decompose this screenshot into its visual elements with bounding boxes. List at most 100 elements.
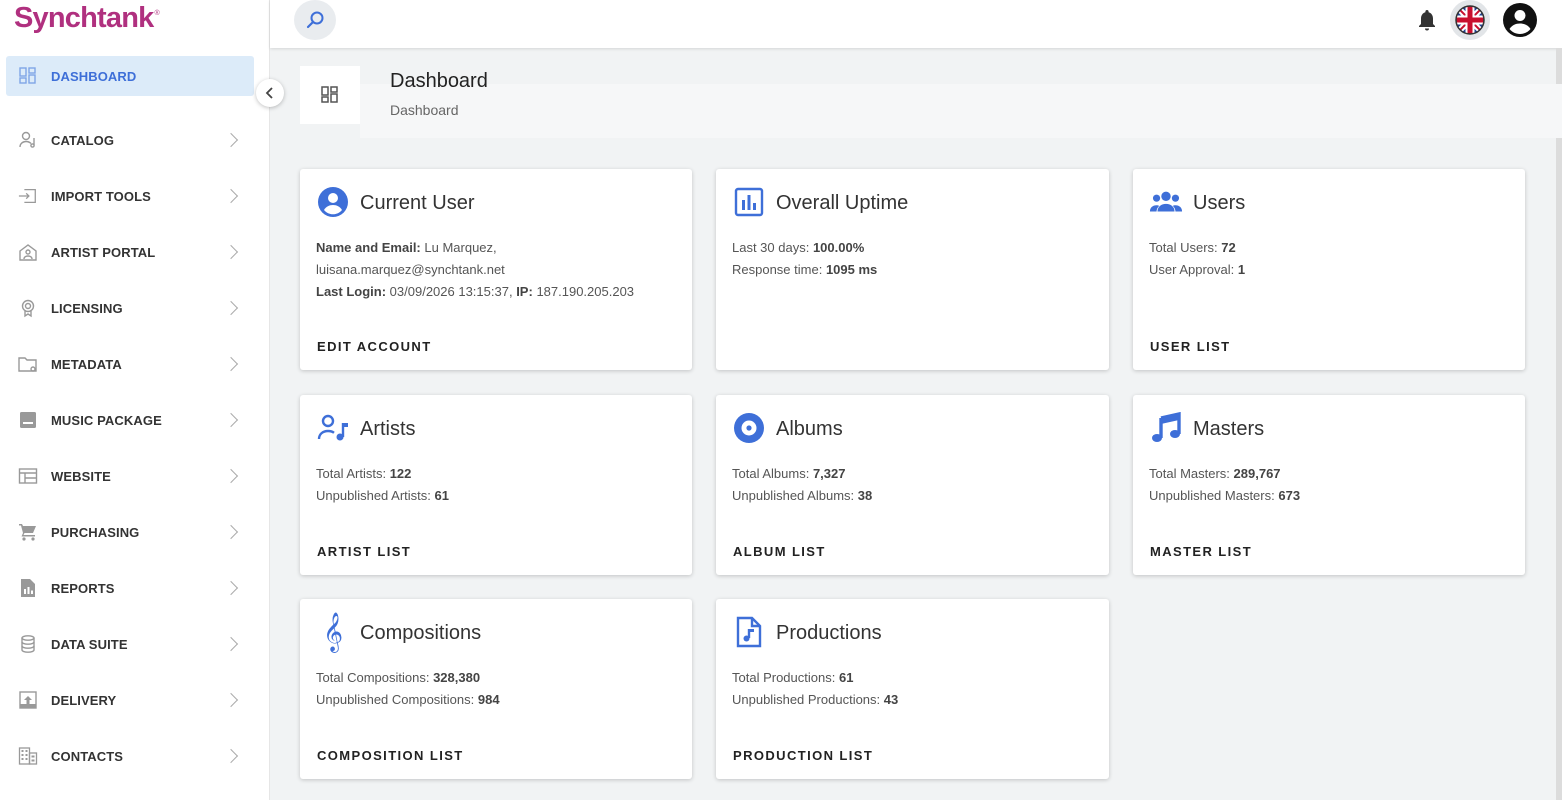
total-users-label: Total Users: xyxy=(1149,240,1218,255)
last-login-value: 03/09/2026 13:15:37, xyxy=(389,284,513,299)
artist-list-button[interactable]: ARTIST LIST xyxy=(317,544,411,559)
sidebar-item-label: CONTACTS xyxy=(51,748,124,764)
ip-value: 187.190.205.203 xyxy=(536,284,635,299)
scrollbar[interactable] xyxy=(1556,48,1562,800)
music-file-icon xyxy=(732,615,766,649)
sidebar-item-label: DATA SUITE xyxy=(51,636,128,652)
chevron-right-icon xyxy=(223,412,239,428)
master-list-button[interactable]: MASTER LIST xyxy=(1150,544,1252,559)
sidebar-item-metadata[interactable]: METADATA xyxy=(0,336,270,392)
search-button[interactable] xyxy=(294,0,336,40)
chevron-right-icon xyxy=(223,132,239,148)
card-title: Users xyxy=(1193,192,1246,214)
sidebar-item-website[interactable]: WEBSITE xyxy=(0,448,270,504)
card-title: Masters xyxy=(1193,418,1265,440)
collapse-sidebar-button[interactable] xyxy=(256,79,284,107)
chevron-right-icon xyxy=(223,468,239,484)
card-body: Total Artists: 122 Unpublished Artists: … xyxy=(316,463,676,507)
uk-flag-icon xyxy=(1455,5,1485,35)
sidebar-item-label: WEBSITE xyxy=(51,468,111,484)
search-icon xyxy=(306,11,324,29)
account-menu-button[interactable] xyxy=(1500,0,1540,40)
sidebar-item-label: PURCHASING xyxy=(51,524,140,540)
uptime-line: Last 30 days: 100.00% xyxy=(732,237,1093,259)
synchtank-logo[interactable]: Synchtank® xyxy=(14,2,160,35)
chevron-right-icon xyxy=(223,692,239,708)
total-compositions-line: Total Compositions: 328,380 xyxy=(316,667,676,689)
contacts-icon xyxy=(18,746,38,766)
response-time-value: 1095 ms xyxy=(825,262,878,277)
delivery-icon xyxy=(18,690,38,710)
sidebar-item-data-suite[interactable]: DATA SUITE xyxy=(0,616,270,672)
page-title: Dashboard xyxy=(390,70,488,92)
total-artists-label: Total Artists: xyxy=(316,466,387,481)
breadcrumb[interactable]: Dashboard xyxy=(390,102,459,118)
dashboard-icon xyxy=(321,86,338,103)
sidebar: Synchtank® DASHBOARD CATALOG IMPORT TOOL… xyxy=(0,0,270,800)
sidebar-item-licensing[interactable]: LICENSING xyxy=(0,280,270,336)
chevron-right-icon xyxy=(223,300,239,316)
sidebar-item-reports[interactable]: REPORTS xyxy=(0,560,270,616)
compositions-card: 𝄞 Compositions Total Compositions: 328,3… xyxy=(300,599,692,779)
ip-label: IP: xyxy=(516,284,533,299)
card-body: Total Productions: 61 Unpublished Produc… xyxy=(732,667,1093,711)
card-body: Total Users: 72 User Approval: 1 xyxy=(1149,237,1509,281)
sidebar-item-label: MUSIC PACKAGE xyxy=(51,412,162,428)
sidebar-item-label: IMPORT TOOLS xyxy=(51,188,151,204)
user-approval-value: 1 xyxy=(1237,262,1246,277)
total-masters-value: 289,767 xyxy=(1233,466,1281,481)
page-icon-box xyxy=(300,66,360,124)
account-circle-icon xyxy=(1503,3,1537,37)
chevron-right-icon xyxy=(223,636,239,652)
cart-icon xyxy=(18,522,38,542)
sidebar-item-import-tools[interactable]: IMPORT TOOLS xyxy=(0,168,270,224)
top-right-actions xyxy=(1414,0,1540,40)
music-package-icon xyxy=(18,410,38,430)
card-body: Total Albums: 7,327 Unpublished Albums: … xyxy=(732,463,1093,507)
sidebar-item-music-package[interactable]: MUSIC PACKAGE xyxy=(0,392,270,448)
card-body: Total Masters: 289,767 Unpublished Maste… xyxy=(1149,463,1509,507)
total-albums-value: 7,327 xyxy=(812,466,846,481)
unpublished-masters-line: Unpublished Masters: 673 xyxy=(1149,485,1509,507)
sidebar-item-label: METADATA xyxy=(51,356,122,372)
chevron-right-icon xyxy=(223,748,239,764)
dashboard-icon xyxy=(18,66,38,86)
import-icon xyxy=(18,186,38,206)
last-login-label: Last Login: xyxy=(316,284,387,299)
sidebar-item-catalog[interactable]: CATALOG xyxy=(0,112,270,168)
artist-icon xyxy=(316,411,350,445)
user-email: luisana.marquez@synchtank.net xyxy=(316,262,505,277)
card-title: Productions xyxy=(776,622,882,644)
composition-list-button[interactable]: COMPOSITION LIST xyxy=(317,748,464,763)
total-albums-label: Total Albums: xyxy=(732,466,810,481)
user-list-button[interactable]: USER LIST xyxy=(1150,339,1231,354)
unpublished-compositions-line: Unpublished Compositions: 984 xyxy=(316,689,676,711)
sidebar-item-label: DELIVERY xyxy=(51,692,117,708)
sidebar-item-purchasing[interactable]: PURCHASING xyxy=(0,504,270,560)
language-selector[interactable] xyxy=(1450,0,1490,40)
unpublished-compositions-value: 984 xyxy=(477,692,500,707)
card-title: Current User xyxy=(360,192,475,214)
unpublished-productions-line: Unpublished Productions: 43 xyxy=(732,689,1093,711)
card-body: Name and Email: Lu Marquez, luisana.marq… xyxy=(316,237,676,303)
unpublished-artists-label: Unpublished Artists: xyxy=(316,488,431,503)
production-list-button[interactable]: PRODUCTION LIST xyxy=(733,748,873,763)
sidebar-item-artist-portal[interactable]: ARTIST PORTAL xyxy=(0,224,270,280)
top-bar xyxy=(270,0,1562,48)
sidebar-item-dashboard[interactable]: DASHBOARD xyxy=(6,56,254,96)
album-list-button[interactable]: ALBUM LIST xyxy=(733,544,826,559)
bell-icon xyxy=(1419,10,1435,31)
treble-clef-icon: 𝄞 xyxy=(322,612,344,652)
unpublished-masters-label: Unpublished Masters: xyxy=(1149,488,1275,503)
sidebar-item-label: CATALOG xyxy=(51,132,115,148)
edit-account-button[interactable]: EDIT ACCOUNT xyxy=(317,339,432,354)
overall-uptime-card: Overall Uptime Last 30 days: 100.00% Res… xyxy=(716,169,1109,370)
total-productions-line: Total Productions: 61 xyxy=(732,667,1093,689)
productions-card: Productions Total Productions: 61 Unpubl… xyxy=(716,599,1109,779)
sidebar-item-contacts[interactable]: CONTACTS xyxy=(0,728,270,784)
sidebar-nav: DASHBOARD CATALOG IMPORT TOOLS ARTIST PO… xyxy=(0,56,270,784)
sidebar-item-delivery[interactable]: DELIVERY xyxy=(0,672,270,728)
sidebar-item-label: REPORTS xyxy=(51,580,115,596)
total-compositions-value: 328,380 xyxy=(433,670,481,685)
notifications-button[interactable] xyxy=(1414,0,1440,40)
